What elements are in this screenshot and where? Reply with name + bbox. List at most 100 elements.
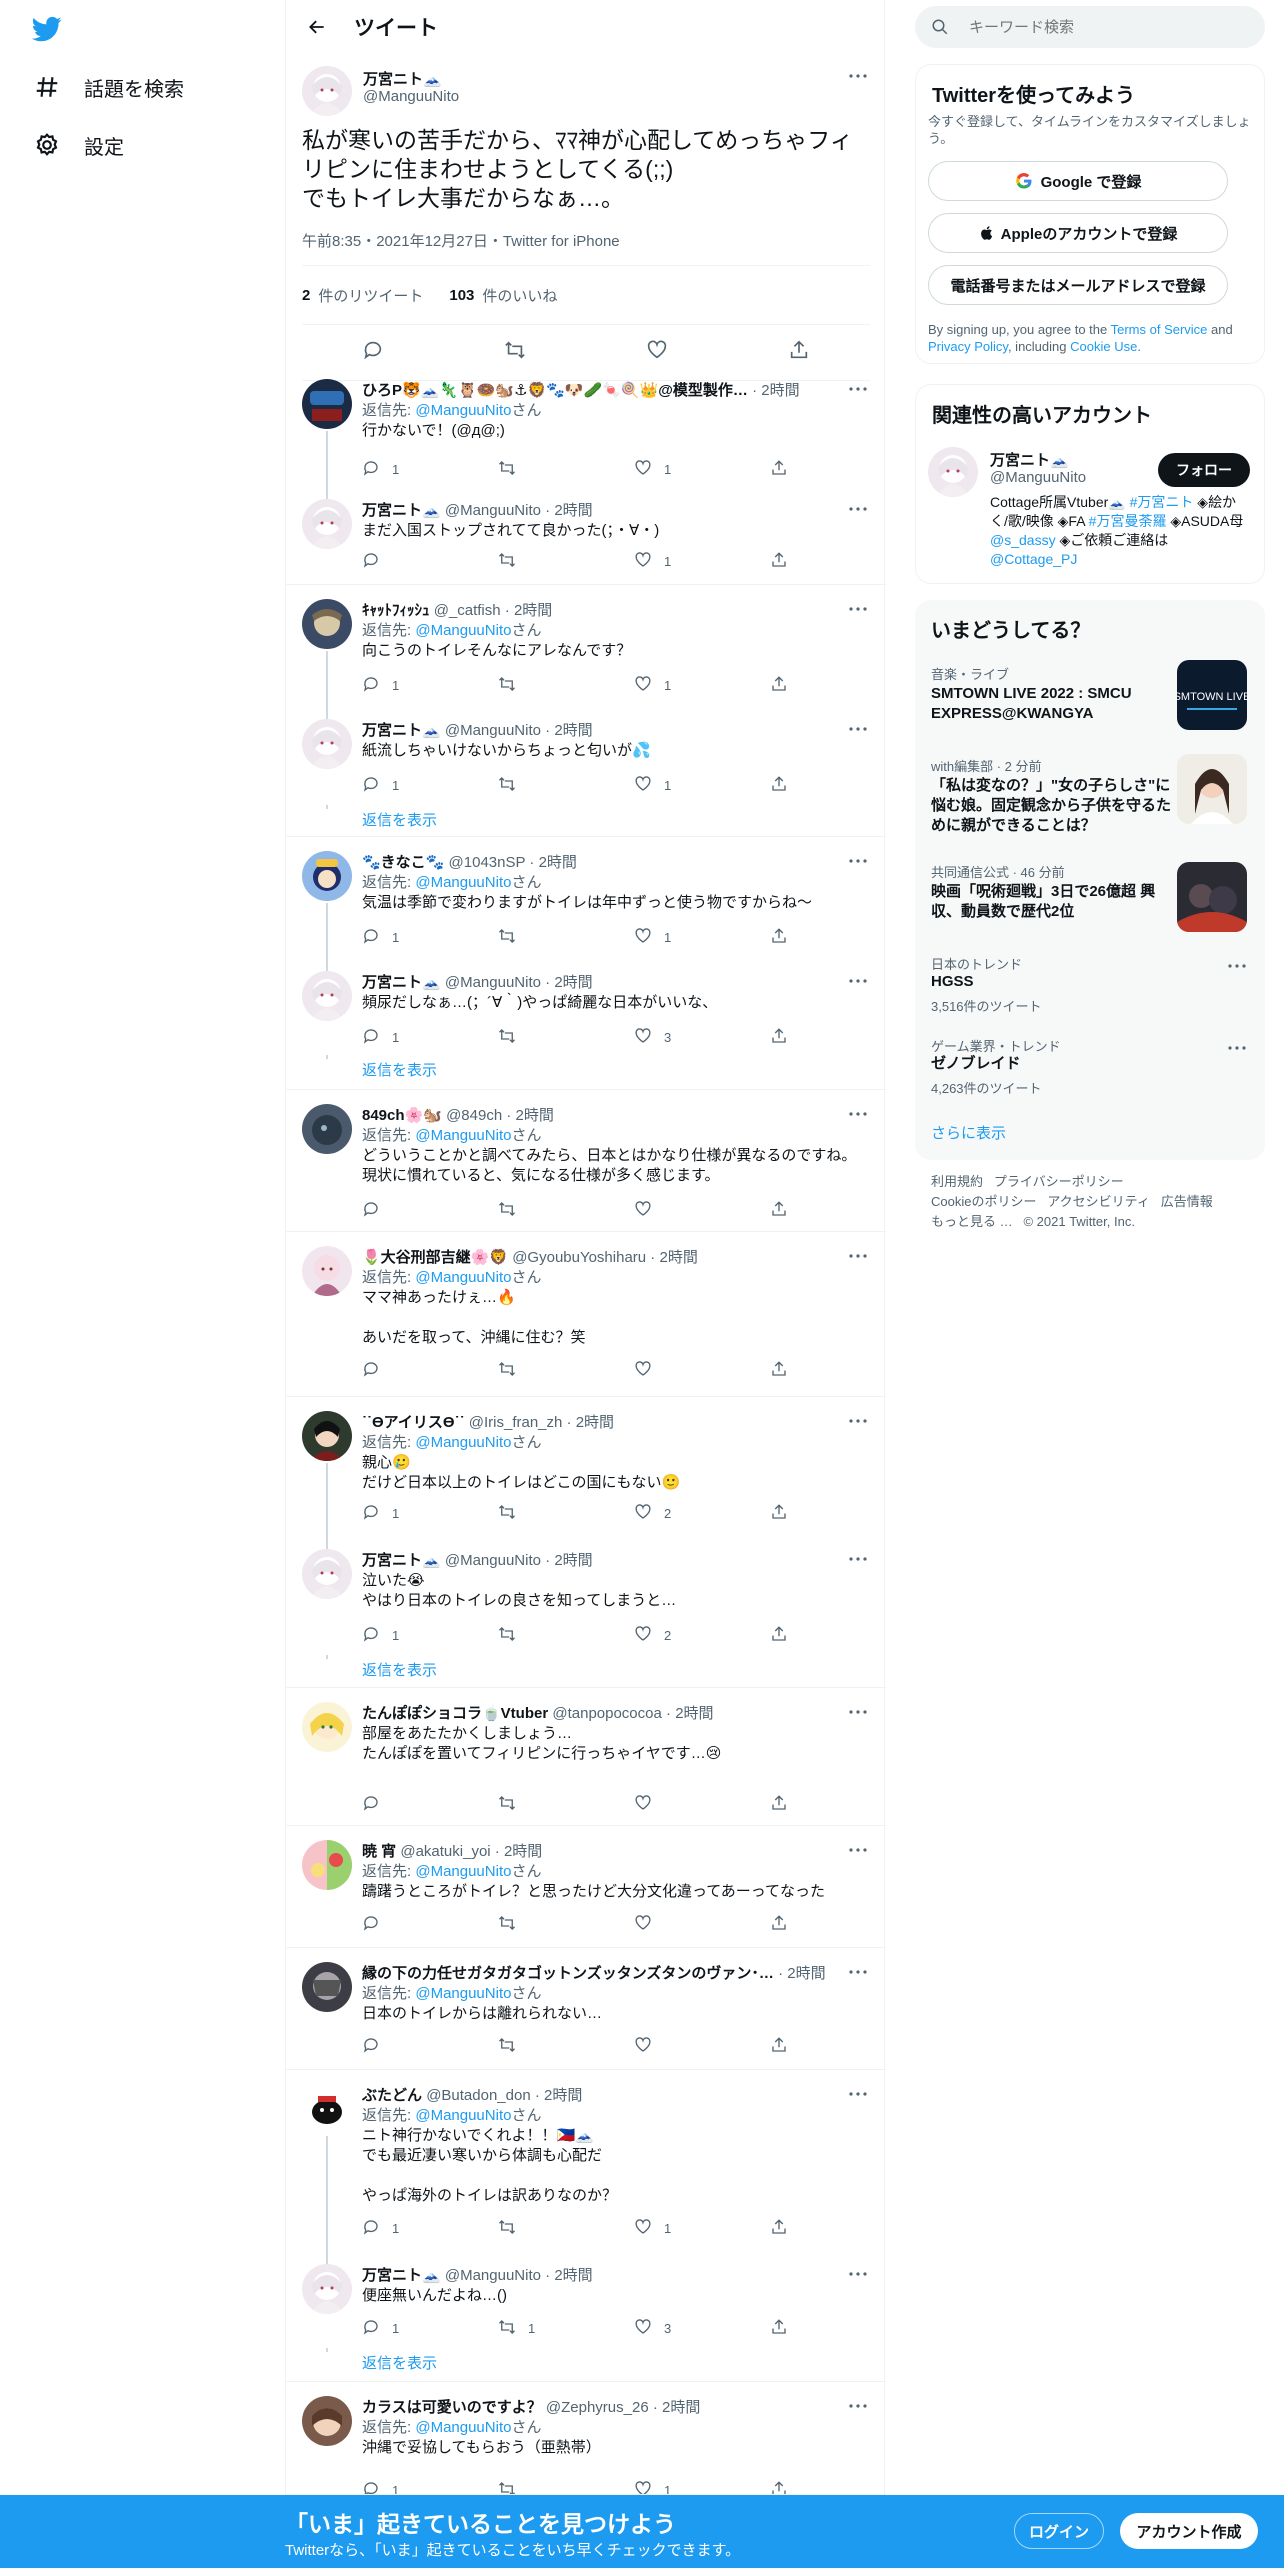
more-options-icon[interactable] — [846, 1549, 870, 1569]
avatar[interactable] — [302, 1411, 352, 1461]
google-signup-button[interactable]: Google で登録 — [928, 161, 1228, 201]
relevant-name[interactable]: 万宮ニト🗻 — [990, 449, 1069, 470]
like-button[interactable]: 2 — [634, 1503, 671, 1523]
reply-author-handle[interactable]: @Butadon_don — [426, 2087, 530, 2104]
privacy-link[interactable]: Privacy Policy — [928, 339, 1008, 354]
more-options-icon[interactable] — [846, 599, 870, 619]
search-box[interactable] — [915, 6, 1265, 48]
avatar[interactable] — [302, 1104, 352, 1154]
reply-author-name[interactable]: ˙˙ϴアイリスϴ˙˙ — [362, 1414, 465, 1431]
footer-link[interactable]: もっと見る … — [931, 1214, 1013, 1229]
reply-tweet[interactable]: 縁の下の力任せガタガタゴットンズッタンズタンのヴァン･… · 2時間 返信先: @… — [286, 1948, 886, 2070]
more-options-icon[interactable] — [846, 2084, 870, 2104]
reply-time[interactable]: 2時間 — [514, 602, 552, 619]
reply-tweet[interactable]: ぶたどん @Butadon_don · 2時間 返信先: @ManguuNitoさ… — [286, 2070, 886, 2264]
terms-link[interactable]: Terms of Service — [1111, 322, 1208, 337]
reply-time[interactable]: 2時間 — [504, 1843, 542, 1860]
reply-to-link[interactable]: @ManguuNito — [415, 2107, 511, 2124]
reply-tweet[interactable]: 暁 宵 @akatuki_yoi · 2時間 返信先: @ManguuNitoさん… — [286, 1826, 886, 1948]
share-button[interactable] — [770, 1503, 800, 1523]
reply-author-name[interactable]: 万宮ニト🗻 — [362, 502, 441, 519]
footer-link[interactable]: プライバシーポリシー — [994, 1174, 1124, 1189]
reply-author-name[interactable]: 🌷大谷刑部吉継🌸🦁 — [362, 1249, 508, 1266]
reply-author-name[interactable]: 万宮ニト🗻 — [362, 2267, 441, 2284]
relevant-handle[interactable]: @ManguuNito — [990, 469, 1086, 486]
reply-tweet[interactable]: 万宮ニト🗻 @ManguuNito · 2時間 便座無いんだよね…() 1 1 3… — [286, 2250, 886, 2382]
share-button[interactable] — [770, 675, 800, 695]
reply-author-handle[interactable]: @ManguuNito — [445, 722, 541, 739]
avatar[interactable] — [302, 719, 352, 769]
avatar[interactable] — [302, 66, 352, 116]
more-options-icon[interactable] — [846, 2264, 870, 2284]
login-button[interactable]: ログイン — [1014, 2513, 1104, 2549]
phone-email-signup-button[interactable]: 電話番号またはメールアドレスで登録 — [928, 265, 1228, 305]
like-button[interactable] — [634, 1794, 664, 1814]
reply-button[interactable] — [362, 1200, 392, 1220]
reply-author-name[interactable]: 万宮ニト🗻 — [362, 1552, 441, 1569]
reply-time[interactable]: 2時間 — [554, 1552, 592, 1569]
show-replies-link[interactable]: 返信を表示 — [362, 809, 437, 830]
reply-author-handle[interactable]: @akatuki_yoi — [400, 1843, 490, 1860]
share-button[interactable] — [770, 775, 800, 795]
retweet-button[interactable] — [498, 1503, 528, 1523]
retweet-count[interactable]: 2 — [302, 287, 310, 304]
reply-to-link[interactable]: @ManguuNito — [415, 1985, 511, 2002]
show-replies-link[interactable]: 返信を表示 — [362, 1659, 437, 1680]
reply-tweet[interactable]: 万宮ニト🗻 @ManguuNito · 2時間 まだ入国ストップされてて良かった(… — [286, 485, 886, 585]
reply-button[interactable] — [362, 1914, 392, 1934]
avatar[interactable] — [302, 379, 352, 429]
reply-tweet[interactable]: 万宮ニト🗻 @ManguuNito · 2時間 泣いた😭 やはり日本のトイレの良さ… — [286, 1535, 886, 1688]
reply-author-name[interactable]: ｷｬｯﾄﾌｨｯｼｭ — [362, 602, 430, 619]
reply-author-handle[interactable]: @ManguuNito — [445, 2267, 541, 2284]
like-button[interactable]: 1 — [634, 459, 671, 479]
reply-time[interactable]: 2時間 — [787, 1965, 825, 1982]
reply-author-handle[interactable]: @849ch — [446, 1107, 502, 1124]
author-handle[interactable]: @ManguuNito — [363, 88, 459, 105]
reply-time[interactable]: 2時間 — [554, 974, 592, 991]
reply-time[interactable]: 2時間 — [659, 1249, 697, 1266]
like-icon[interactable] — [646, 339, 668, 366]
reply-time[interactable]: 2時間 — [662, 2399, 700, 2416]
retweet-button[interactable] — [498, 775, 528, 795]
reply-author-handle[interactable]: @tanpopococoa — [552, 1705, 661, 1722]
more-options-icon[interactable] — [846, 2396, 870, 2416]
reply-time[interactable]: 2時間 — [516, 1107, 554, 1124]
retweet-button[interactable] — [498, 2218, 528, 2238]
share-button[interactable] — [770, 1625, 800, 1645]
avatar[interactable] — [302, 971, 352, 1021]
reply-author-name[interactable]: たんぽぽショコラ🍵Vtuber — [362, 1705, 548, 1722]
show-more-trends-link[interactable]: さらに表示 — [931, 1122, 1006, 1143]
retweet-label[interactable]: 件のリツイート — [318, 285, 423, 306]
retweet-button[interactable]: 1 — [498, 2318, 535, 2338]
avatar[interactable] — [302, 1962, 352, 2012]
show-replies-link[interactable]: 返信を表示 — [362, 1059, 437, 1080]
reply-icon[interactable] — [362, 339, 384, 366]
retweet-button[interactable] — [498, 1625, 528, 1645]
avatar[interactable] — [302, 1840, 352, 1890]
share-button[interactable] — [770, 1360, 800, 1380]
retweet-button[interactable] — [498, 1027, 528, 1047]
retweet-button[interactable] — [498, 1360, 528, 1380]
like-button[interactable] — [634, 1360, 664, 1380]
more-options-icon[interactable] — [846, 499, 870, 519]
reply-author-name[interactable]: カラスは可愛いのですよ？ — [362, 2399, 542, 2416]
reply-button[interactable]: 1 — [362, 459, 399, 479]
bio-mention-link[interactable]: @s_dassy — [990, 532, 1056, 548]
share-button[interactable] — [770, 551, 800, 571]
reply-author-handle[interactable]: @ManguuNito — [445, 974, 541, 991]
more-options-icon[interactable] — [1225, 1038, 1249, 1058]
avatar[interactable] — [302, 499, 352, 549]
reply-tweet[interactable]: ひろP🐯🗻🦎🦉🍩🐿️⚓🦁🐾🐶🥒🍬🍭👑@模型製作… · 2時間 返信先: @Mang… — [286, 365, 886, 499]
avatar[interactable] — [928, 447, 978, 497]
twitter-logo-icon[interactable] — [30, 14, 64, 44]
retweet-button[interactable] — [498, 1914, 528, 1934]
reply-tweet[interactable]: ｷｬｯﾄﾌｨｯｼｭ @_catfish · 2時間 返信先: @ManguuNit… — [286, 585, 886, 719]
retweet-button[interactable] — [498, 1200, 528, 1220]
avatar[interactable] — [302, 851, 352, 901]
like-button[interactable]: 1 — [634, 675, 671, 695]
share-button[interactable] — [770, 927, 800, 947]
avatar[interactable] — [302, 1246, 352, 1296]
reply-to-link[interactable]: @ManguuNito — [415, 622, 511, 639]
retweet-button[interactable] — [498, 459, 528, 479]
more-options-icon[interactable] — [846, 66, 870, 86]
